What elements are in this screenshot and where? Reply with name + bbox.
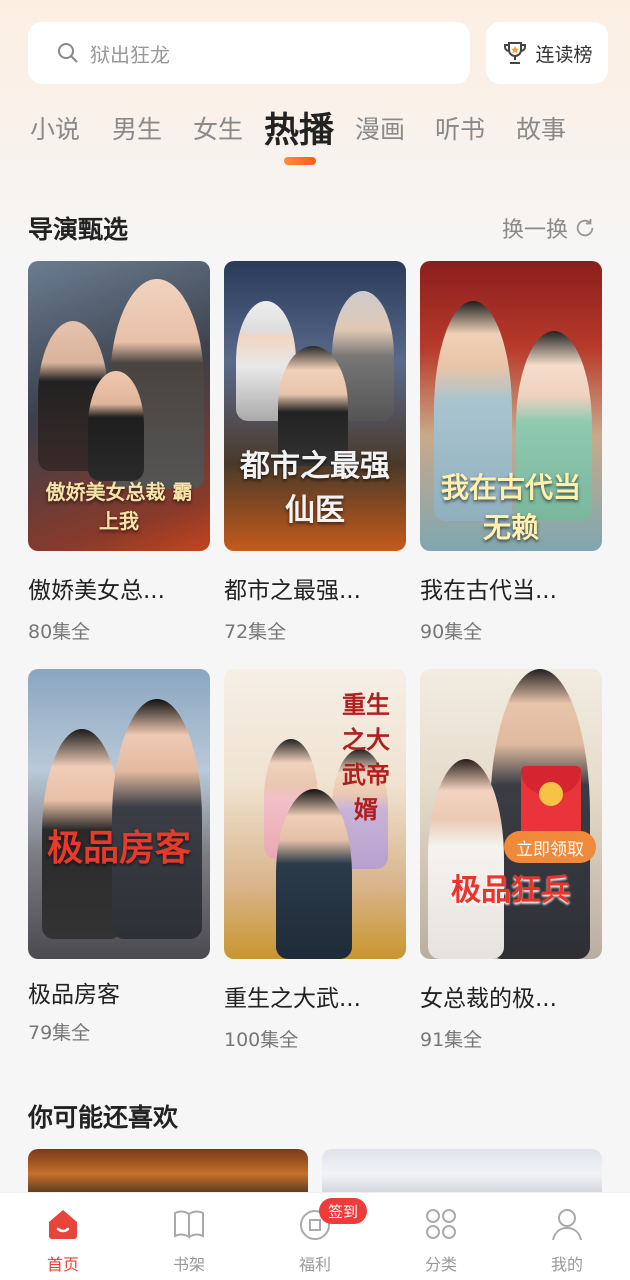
drama-poster: 我在古代当无赖 <box>420 261 602 551</box>
drama-poster: 极品房客 <box>28 669 210 959</box>
refresh-label: 换一换 <box>502 218 569 243</box>
profile-icon <box>552 1209 582 1241</box>
drama-title: 都市之最强... <box>224 578 361 604</box>
drama-title: 我在古代当... <box>420 578 557 604</box>
tab-male[interactable]: 男生 <box>112 110 162 146</box>
sign-in-badge[interactable]: 签到 <box>319 1198 367 1224</box>
drama-title: 傲娇美女总... <box>28 578 165 604</box>
poster-title-art: 傲娇美女总裁 霸上我 <box>45 480 193 533</box>
nav-label: 分类 <box>424 1255 457 1274</box>
nav-label: 福利 <box>298 1255 331 1274</box>
episode-count: 72集全 <box>224 621 287 643</box>
drama-title: 女总裁的极... <box>420 986 557 1012</box>
episode-count: 90集全 <box>420 621 483 643</box>
drama-card[interactable]: 重生之大武帝婿 重生之大武... 100集全 <box>224 669 406 1051</box>
episode-count: 79集全 <box>28 1022 91 1044</box>
nav-category[interactable]: 分类 <box>401 1205 481 1275</box>
drama-poster: 重生之大武帝婿 <box>224 669 406 959</box>
search-bar[interactable]: 狱出狂龙 <box>28 22 470 84</box>
nav-label: 我的 <box>550 1255 583 1274</box>
drama-title: 极品房客 <box>28 982 120 1008</box>
rank-list-button[interactable]: 连读榜 <box>486 22 608 84</box>
red-packet-coin <box>539 782 563 806</box>
trophy-icon <box>504 42 527 64</box>
drama-card[interactable]: 傲娇美女总裁 霸上我 傲娇美女总... 80集全 <box>28 261 210 643</box>
search-icon <box>58 43 78 63</box>
nav-home[interactable]: 首页 <box>23 1205 103 1275</box>
section-title-recommend: 你可能还喜欢 <box>28 1103 179 1132</box>
poster-title-art: 重生之大武帝婿 <box>342 690 390 824</box>
poster-title-art: 极品房客 <box>46 827 191 869</box>
claim-now-button[interactable]: 立即领取 <box>504 831 596 863</box>
drama-card[interactable]: 极品房客 极品房客 79集全 <box>28 669 210 1044</box>
red-packet-icon[interactable] <box>521 766 581 840</box>
bottom-navigation: 首页 书架 福利 分类 我的 <box>0 1192 630 1280</box>
drama-poster: 都市之最强仙医 <box>224 261 406 551</box>
poster-title-art: 极品狂兵 <box>451 873 571 908</box>
nav-profile[interactable]: 我的 <box>527 1205 607 1275</box>
episode-count: 91集全 <box>420 1029 483 1051</box>
poster-title-art: 都市之最强仙医 <box>240 449 390 528</box>
tab-hot[interactable]: 热播 <box>264 102 334 153</box>
nav-label: 书架 <box>172 1255 205 1274</box>
episode-count: 80集全 <box>28 621 91 643</box>
bookshelf-icon <box>174 1210 204 1239</box>
tab-comic[interactable]: 漫画 <box>355 110 405 146</box>
drama-card[interactable]: 我在古代当无赖 我在古代当... 90集全 <box>420 261 602 643</box>
rank-list-label: 连读榜 <box>535 43 593 66</box>
tab-audiobook[interactable]: 听书 <box>435 110 485 146</box>
active-tab-indicator <box>284 157 316 165</box>
refresh-icon <box>576 218 594 237</box>
nav-label: 首页 <box>46 1255 79 1274</box>
episode-count: 100集全 <box>224 1029 299 1051</box>
home-icon <box>49 1210 77 1239</box>
refresh-button[interactable]: 换一换 <box>502 212 596 244</box>
tab-novel[interactable]: 小说 <box>30 110 80 146</box>
tab-story[interactable]: 故事 <box>516 110 566 146</box>
poster-title-art: 我在古代当无赖 <box>440 471 581 544</box>
drama-title: 重生之大武... <box>224 986 361 1012</box>
tab-female[interactable]: 女生 <box>193 110 243 146</box>
section-title-director-picks: 导演甄选 <box>28 215 129 244</box>
category-icon <box>426 1209 456 1239</box>
category-tabs: 小说 男生 女生 热播 漫画 听书 故事 <box>0 100 630 170</box>
drama-card[interactable]: 都市之最强仙医 都市之最强... 72集全 <box>224 261 406 643</box>
nav-bookshelf[interactable]: 书架 <box>149 1205 229 1275</box>
search-placeholder: 狱出狂龙 <box>90 42 170 67</box>
drama-poster: 傲娇美女总裁 霸上我 <box>28 261 210 551</box>
